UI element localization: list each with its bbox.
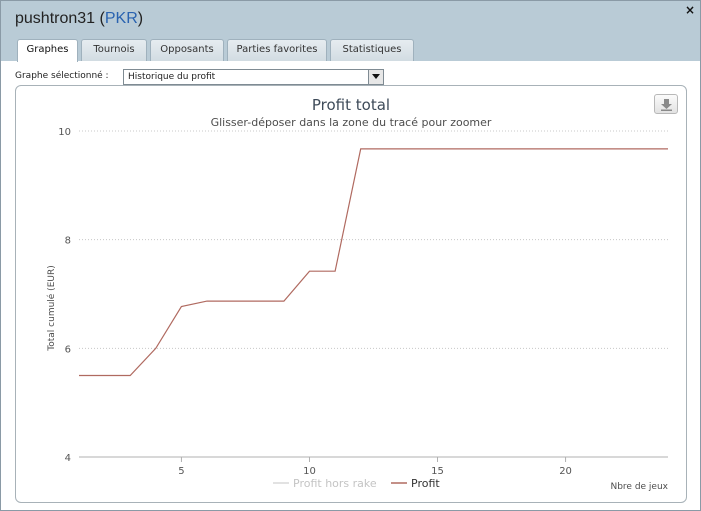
- chart-title: Profit total: [312, 96, 390, 114]
- tab-tournois[interactable]: Tournois: [81, 39, 147, 61]
- x-tick-label: 20: [559, 466, 572, 477]
- legend-item-profit-hors-rake-label: Profit hors rake: [293, 477, 377, 490]
- tab-opposants[interactable]: Opposants: [150, 39, 224, 61]
- player-name: pushtron31: [15, 10, 96, 27]
- series-layer: [79, 148, 668, 377]
- x-axis-label: Nbre de jeux: [610, 482, 668, 492]
- legend-item-profit-label: Profit: [411, 477, 440, 490]
- chevron-down-icon[interactable]: [368, 70, 383, 84]
- y-tick-label: 4: [65, 453, 71, 464]
- close-icon[interactable]: ×: [685, 3, 695, 17]
- download-button[interactable]: [654, 94, 678, 114]
- tab-statistiques[interactable]: Statistiques: [330, 39, 414, 61]
- graph-selector-dropdown[interactable]: Historique du profit: [123, 69, 384, 85]
- chart-panel[interactable]: Profit total Glisser-déposer dans la zon…: [15, 85, 687, 503]
- chart-subtitle: Glisser-déposer dans la zone du tracé po…: [211, 116, 492, 129]
- profit-chart[interactable]: Profit total Glisser-déposer dans la zon…: [16, 86, 686, 502]
- y-tick-label: 10: [58, 127, 71, 138]
- series-line-profit: [79, 148, 668, 377]
- tab-graphes[interactable]: Graphes: [17, 39, 78, 62]
- y-tick-label: 8: [65, 236, 71, 247]
- axis-layer: 4 6 8 10 5 10 15 20: [58, 127, 668, 477]
- site-name: PKR: [104, 10, 138, 27]
- y-tick-label: 6: [65, 344, 71, 355]
- x-tick-label: 15: [431, 466, 444, 477]
- x-tick-label: 10: [303, 466, 316, 477]
- grid-layer: [79, 130, 668, 349]
- download-icon: [661, 99, 672, 111]
- tab-parties-favorites[interactable]: Parties favorites: [227, 39, 327, 61]
- window-header: pushtron31 (PKR) × Graphes Tournois Oppo…: [1, 1, 700, 62]
- x-tick-label: 5: [178, 466, 184, 477]
- graph-selector-label: Graphe sélectionné :: [15, 71, 109, 81]
- legend: Profit hors rake Profit: [273, 477, 440, 490]
- player-stats-window: pushtron31 (PKR) × Graphes Tournois Oppo…: [0, 0, 701, 511]
- graph-selector-value: Historique du profit: [128, 72, 216, 82]
- window-title: pushtron31 (PKR): [15, 10, 144, 27]
- y-axis-label: Total cumulé (EUR): [46, 265, 57, 351]
